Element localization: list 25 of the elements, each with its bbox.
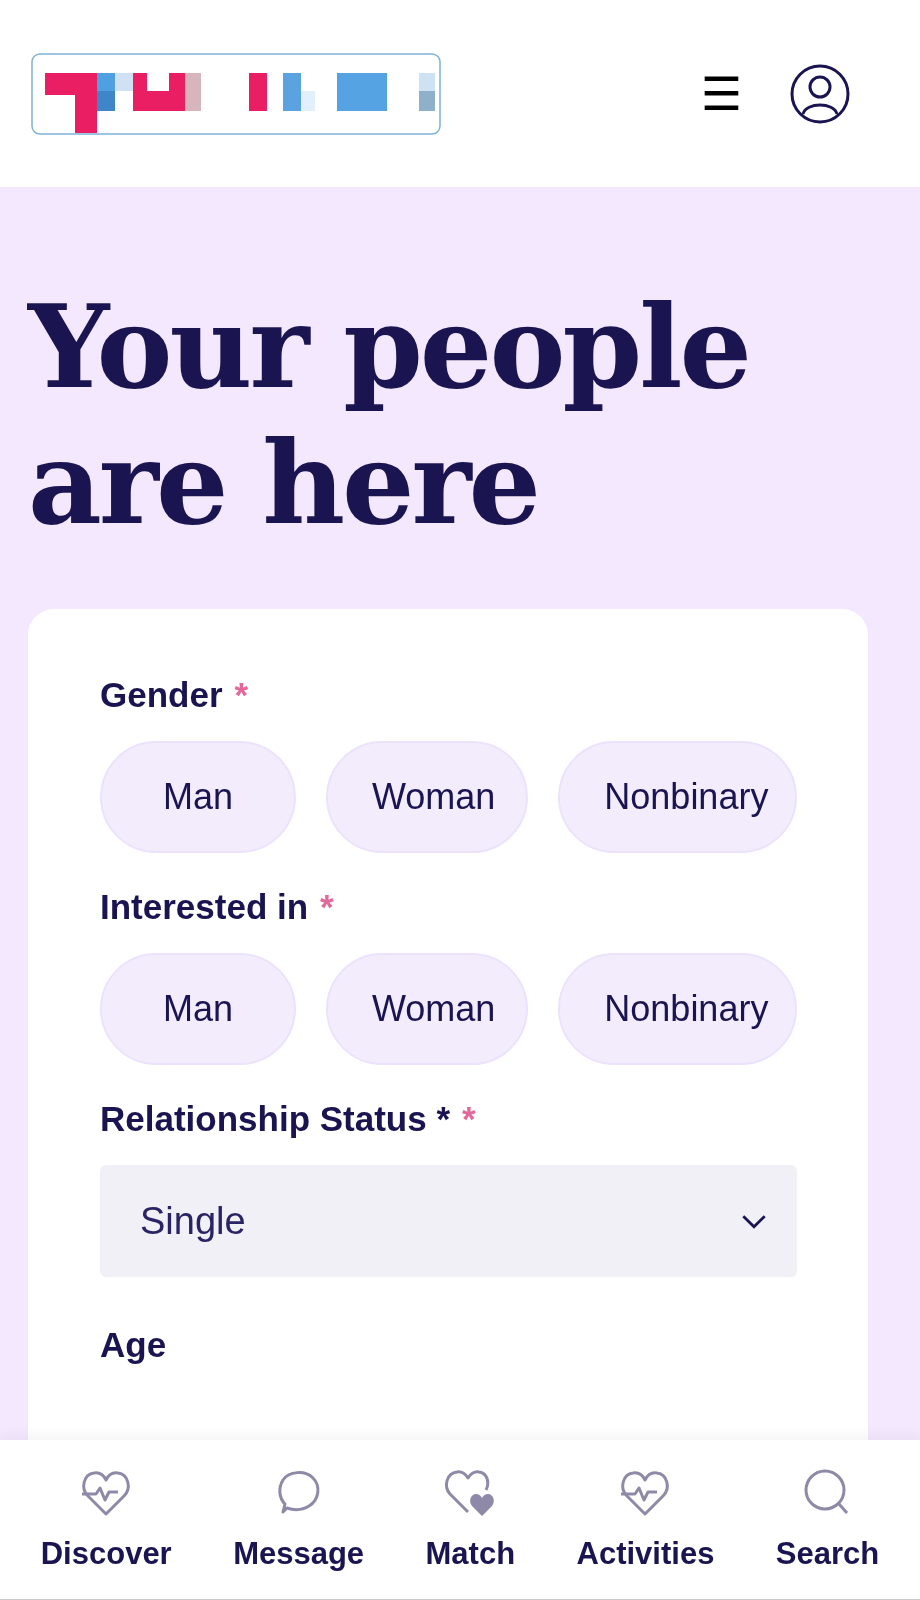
required-mark: * bbox=[320, 887, 334, 927]
required-mark: * bbox=[462, 1099, 476, 1139]
headline: Your people bbox=[28, 279, 749, 415]
headline: are here bbox=[28, 415, 539, 551]
status-dropdown[interactable]: Single bbox=[100, 1165, 797, 1277]
field-label: Interested in bbox=[100, 887, 309, 927]
menu-button[interactable]: ☰ bbox=[700, 70, 742, 117]
nav-tab[interactable]: Activities bbox=[576, 1467, 715, 1572]
nav-tab[interactable]: Match bbox=[425, 1467, 516, 1572]
option-chip[interactable]: Man bbox=[100, 741, 296, 853]
option-chip[interactable]: Woman bbox=[326, 953, 529, 1065]
nav-tab[interactable]: Message bbox=[233, 1467, 365, 1572]
option-chip[interactable]: Man bbox=[100, 953, 296, 1065]
logo-drawing[interactable] bbox=[31, 52, 441, 135]
chevron-down-icon bbox=[741, 1213, 767, 1229]
option-chip[interactable]: Nonbinary bbox=[558, 741, 797, 853]
option-chip[interactable]: Woman bbox=[326, 741, 529, 853]
nav-tab[interactable]: Search bbox=[775, 1467, 880, 1572]
field-label: Relationship Status * bbox=[100, 1099, 451, 1139]
user-icon[interactable] bbox=[790, 63, 850, 124]
option-chip[interactable]: Nonbinary bbox=[558, 953, 797, 1065]
nav-tab[interactable]: Discover bbox=[40, 1467, 172, 1572]
field-label: Age bbox=[100, 1325, 167, 1365]
field-label: Gender bbox=[100, 675, 223, 715]
required-mark: * bbox=[234, 675, 249, 715]
